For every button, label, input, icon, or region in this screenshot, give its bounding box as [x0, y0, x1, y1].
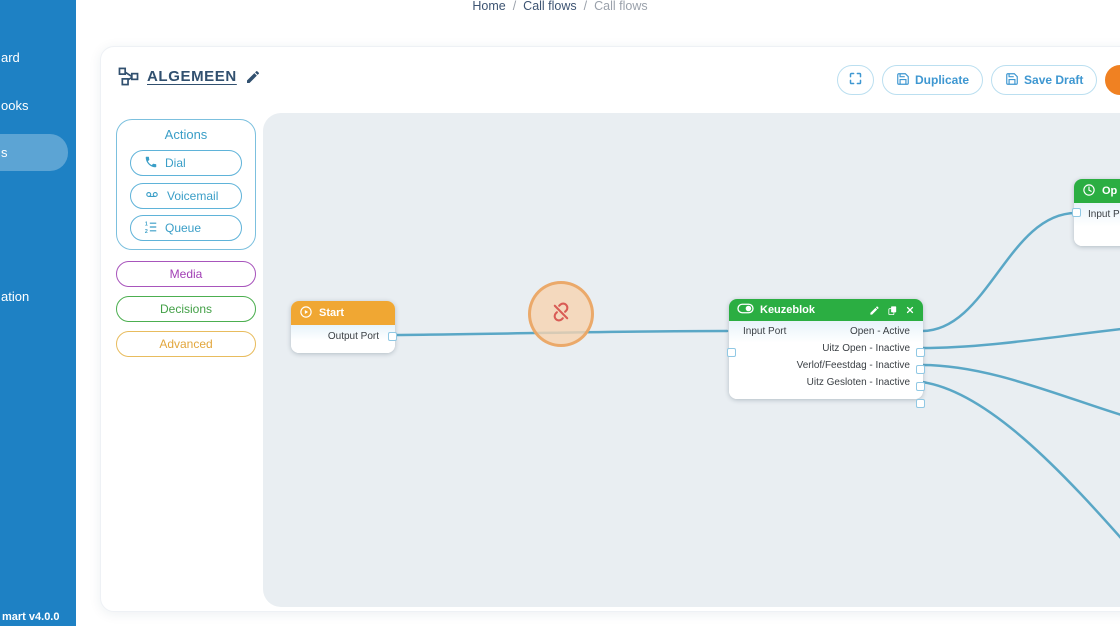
node-title: Keuzeblok — [760, 304, 815, 316]
flow-canvas[interactable]: Start Output Port Keuzeblok — [263, 113, 1120, 607]
input-port-label: Input Port — [729, 326, 786, 337]
breadcrumb-separator: / — [584, 0, 587, 13]
duplicate-label: Duplicate — [915, 73, 969, 87]
input-port[interactable] — [1072, 208, 1081, 217]
node-header-actions — [869, 305, 915, 316]
svg-text:2: 2 — [145, 228, 148, 233]
fullscreen-icon — [848, 71, 863, 89]
port-row: Verlof/Feestdag - Inactive — [729, 357, 923, 374]
app-version: mart v4.0.0 — [2, 611, 59, 623]
port-row: Uitz Gesloten - Inactive — [729, 374, 923, 391]
node-schedule-header: Op — [1074, 179, 1120, 203]
flow-toolbar: Duplicate Save Draft Save — [837, 65, 1120, 95]
palette-item-voicemail[interactable]: Voicemail — [130, 183, 242, 209]
output-port[interactable] — [388, 332, 397, 341]
category-label: Decisions — [160, 302, 212, 316]
breadcrumb: Home / Call flows / Call flows — [0, 0, 1120, 13]
save-draft-label: Save Draft — [1024, 73, 1083, 87]
port-row: Uitz Open - Inactive — [729, 340, 923, 357]
category-label: Media — [170, 267, 203, 281]
duplicate-button[interactable]: Duplicate — [882, 65, 983, 95]
phone-icon — [144, 155, 158, 172]
node-start-body: Output Port — [291, 325, 395, 353]
node-start-header: Start — [291, 301, 395, 325]
palette-item-dial[interactable]: Dial — [130, 150, 242, 176]
node-keuzeblok-body: Input Port Open - Active Uitz Open - Ina… — [729, 321, 923, 399]
connection-keuzeblok-open — [922, 213, 1076, 331]
node-schedule[interactable]: Op Input Po — [1074, 179, 1120, 246]
node-start[interactable]: Start Output Port — [291, 301, 395, 353]
flow-icon — [118, 67, 139, 86]
flow-title-row: ALGEMEEN — [118, 67, 261, 86]
flow-title[interactable]: ALGEMEEN — [147, 68, 237, 85]
unlink-icon — [549, 300, 573, 329]
output-port-verlof[interactable] — [916, 382, 925, 391]
breadcrumb-current: Call flows — [594, 0, 648, 13]
sidebar-item-call-flows[interactable]: s — [1, 145, 8, 160]
output-port-label: Open - Active — [850, 326, 923, 337]
output-port-uitz-gesloten[interactable] — [916, 399, 925, 408]
port-row: Input Port Open - Active — [729, 323, 923, 340]
actions-group-title[interactable]: Actions — [117, 127, 255, 142]
sidebar-item-dashboard[interactable]: ard — [1, 50, 20, 65]
connection-lines — [263, 113, 1120, 607]
close-node-icon[interactable] — [905, 305, 915, 315]
sidebar: ard ooks s ation mart v4.0.0 — [0, 0, 76, 626]
input-port-label: Input Po — [1088, 209, 1120, 220]
connection-keuzeblok-uitz-open — [922, 327, 1120, 348]
save-draft-button[interactable]: Save Draft — [991, 65, 1097, 95]
sidebar-item-configuration[interactable]: ation — [1, 289, 29, 304]
output-port-label: Verlof/Feestdag - Inactive — [797, 360, 923, 371]
palette-item-label: Dial — [165, 156, 186, 170]
node-keuzeblok[interactable]: Keuzeblok — [729, 299, 923, 399]
breadcrumb-home[interactable]: Home — [472, 0, 505, 13]
palette-category-media[interactable]: Media — [116, 261, 256, 287]
voicemail-icon — [144, 188, 160, 204]
output-port-label: Uitz Open - Inactive — [822, 343, 923, 354]
connection-keuzeblok-verlof — [922, 365, 1120, 421]
save-button[interactable]: Save — [1105, 65, 1120, 95]
breadcrumb-call-flows[interactable]: Call flows — [523, 0, 577, 13]
numbered-list-icon: 1 2 — [144, 220, 158, 237]
palette-category-decisions[interactable]: Decisions — [116, 296, 256, 322]
save-disk-icon — [1005, 72, 1019, 89]
input-port[interactable] — [727, 348, 736, 357]
save-disk-icon — [896, 72, 910, 89]
flow-editor-card: ALGEMEEN Duplicate — [100, 46, 1120, 612]
connection-keuzeblok-uitz-gesloten — [922, 382, 1120, 561]
output-port-label: Output Port — [328, 331, 379, 342]
output-port-label: Uitz Gesloten - Inactive — [807, 377, 923, 388]
app-root: { "breadcrumb": { "separator": "/", "ite… — [0, 0, 1120, 626]
clock-icon — [1082, 183, 1096, 200]
play-circle-icon — [299, 305, 313, 322]
edit-title-icon[interactable] — [245, 69, 261, 85]
toggle-icon — [737, 303, 754, 317]
sidebar-item-phonebooks[interactable]: ooks — [1, 98, 28, 113]
output-port-uitz-open[interactable] — [916, 365, 925, 374]
palette-item-queue[interactable]: 1 2 Queue — [130, 215, 242, 241]
actions-group: Actions Dial Voicemail — [116, 119, 256, 250]
palette-item-label: Queue — [165, 221, 201, 235]
fullscreen-button[interactable] — [837, 65, 874, 95]
node-title: Start — [319, 307, 344, 319]
palette-item-label: Voicemail — [167, 189, 218, 203]
breadcrumb-separator: / — [513, 0, 516, 13]
node-schedule-body: Input Po — [1074, 203, 1120, 246]
svg-text:1: 1 — [145, 221, 148, 227]
sidebar-active-highlight — [0, 134, 68, 171]
category-label: Advanced — [159, 337, 212, 351]
node-title: Op — [1102, 185, 1117, 197]
palette-category-advanced[interactable]: Advanced — [116, 331, 256, 357]
node-keuzeblok-header: Keuzeblok — [729, 299, 923, 321]
output-port-open[interactable] — [916, 348, 925, 357]
disconnect-overlay[interactable] — [528, 281, 594, 347]
edit-node-icon[interactable] — [869, 305, 880, 316]
duplicate-node-icon[interactable] — [887, 305, 898, 316]
